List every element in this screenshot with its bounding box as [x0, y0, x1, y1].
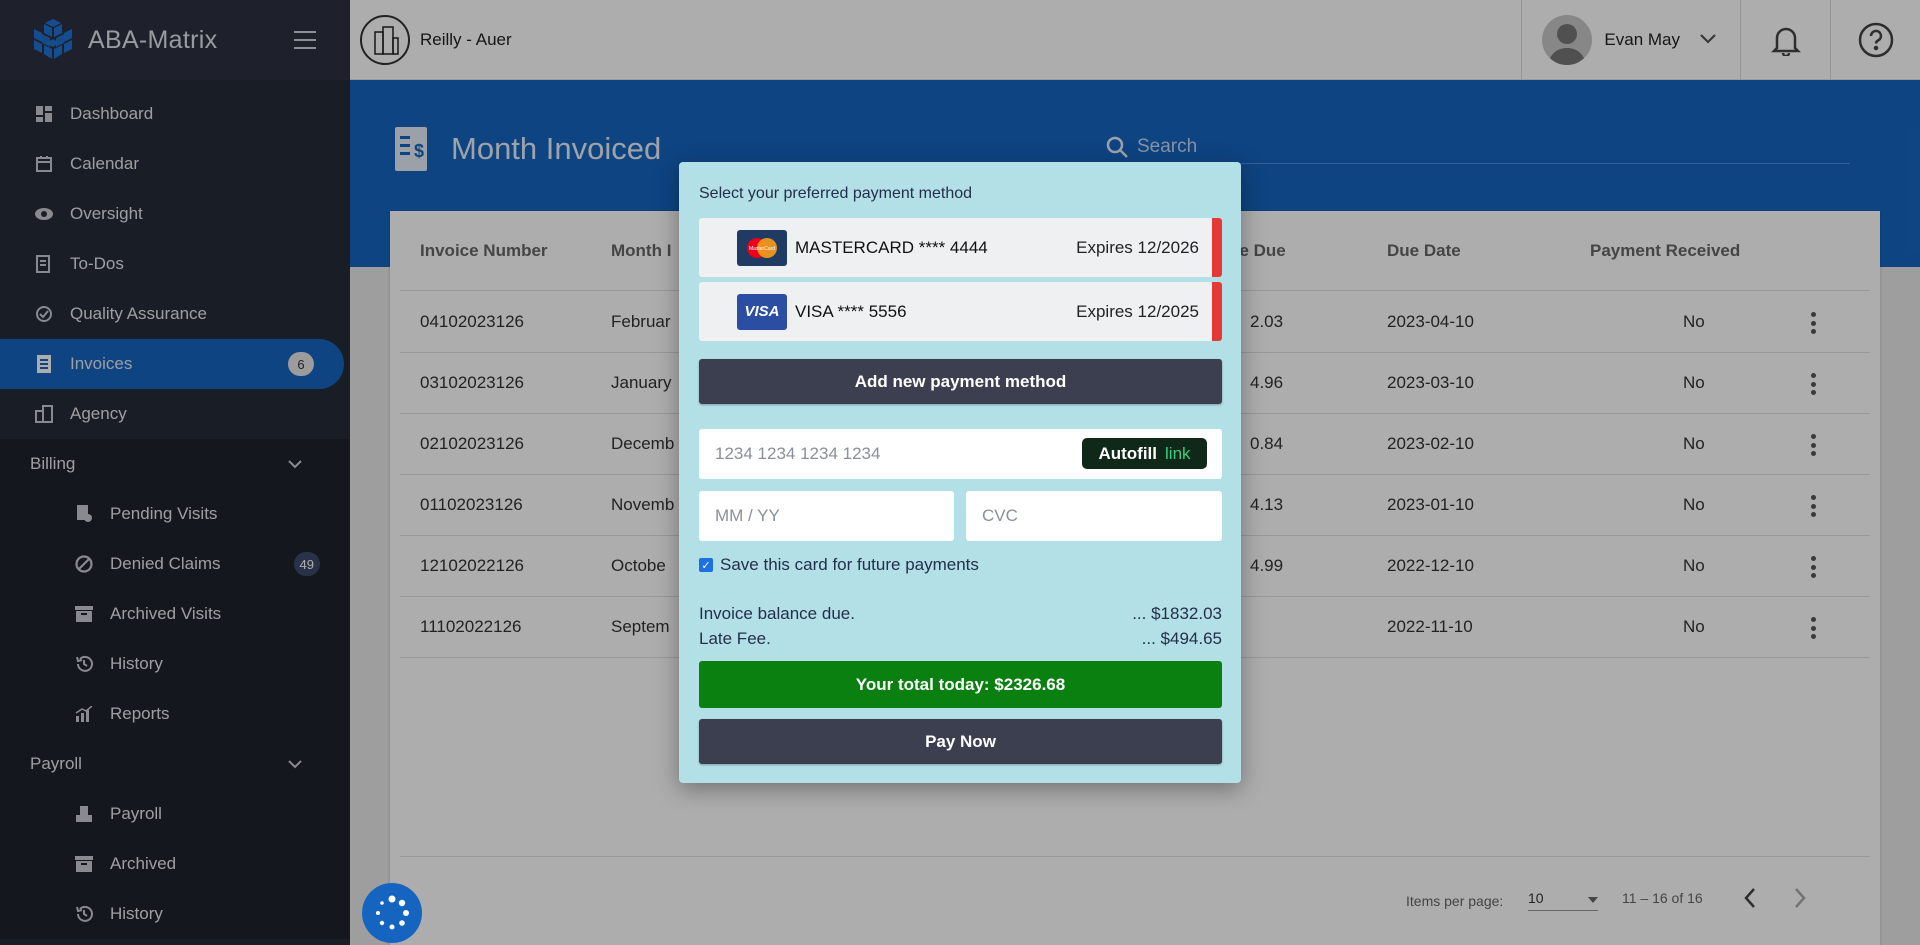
autofill-label: Autofill	[1098, 443, 1158, 463]
balance-label: Invoice balance due.	[699, 604, 855, 623]
balance-line: Invoice balance due. ... $1832.03	[699, 604, 1222, 624]
expiry-input[interactable]	[715, 506, 894, 526]
svg-text:MasterCard: MasterCard	[749, 246, 775, 252]
autofill-link-button[interactable]: Autofill link	[1082, 438, 1207, 469]
late-fee-label: Late Fee.	[699, 629, 771, 648]
card-number-input[interactable]	[715, 444, 1082, 464]
pay-now-button[interactable]: Pay Now	[699, 719, 1222, 764]
mastercard-icon: MasterCard	[737, 229, 787, 266]
card-expiry: Expires 12/2025	[1076, 301, 1199, 321]
saved-card-mastercard[interactable]: MasterCard MASTERCARD **** 4444 Expires …	[699, 218, 1222, 277]
autofill-link-label: link	[1165, 443, 1191, 463]
card-expiry: Expires 12/2026	[1076, 237, 1199, 257]
card-label: VISA **** 5556	[795, 301, 907, 321]
cvc-input[interactable]	[982, 506, 1162, 526]
late-fee-line: Late Fee. ... $494.65	[699, 629, 1222, 649]
spinner-icon	[376, 895, 409, 930]
card-delete-strip[interactable]	[1212, 218, 1222, 277]
expiry-field[interactable]	[699, 491, 954, 541]
card-number-field[interactable]: Autofill link	[699, 429, 1222, 479]
save-card-checkbox[interactable]: ✓	[699, 558, 713, 572]
cvc-field[interactable]	[966, 491, 1222, 541]
saved-card-visa[interactable]: VISA VISA **** 5556 Expires 12/2025	[699, 282, 1222, 341]
total-today-banner: Your total today: $2326.68	[699, 661, 1222, 708]
payment-modal: Select your preferred payment method Mas…	[679, 162, 1241, 783]
save-card-row: ✓ Save this card for future payments	[699, 555, 979, 575]
save-card-label: Save this card for future payments	[720, 555, 979, 574]
loading-fab[interactable]	[362, 883, 422, 943]
card-label: MASTERCARD **** 4444	[795, 237, 988, 257]
add-payment-method-button[interactable]: Add new payment method	[699, 359, 1222, 404]
balance-value: ... $1832.03	[1132, 604, 1222, 623]
visa-icon: VISA	[737, 293, 787, 330]
modal-title: Select your preferred payment method	[699, 185, 973, 202]
card-delete-strip[interactable]	[1212, 282, 1222, 341]
late-fee-value: ... $494.65	[1141, 629, 1222, 648]
